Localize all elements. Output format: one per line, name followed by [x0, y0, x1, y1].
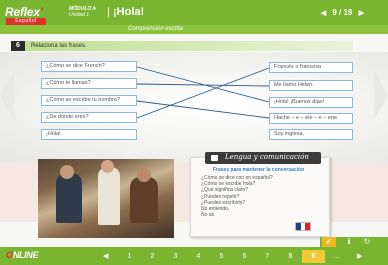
question-item[interactable]: ¿Cómo se escribe tu nombre? — [41, 95, 137, 106]
app: Reflex' Español MÓDULO A Unidad 1 | ¡Hol… — [0, 0, 388, 265]
page-link[interactable]: 3 — [164, 250, 187, 263]
page-link[interactable]: 7 — [256, 250, 279, 263]
page-link[interactable]: 6 — [233, 250, 256, 263]
question-item[interactable]: ¿De dónde eres? — [41, 112, 137, 123]
answer-item[interactable]: Francés o francesa — [269, 62, 353, 73]
toolbar: ✓ ℹ ↻ — [320, 237, 388, 247]
classroom-photo — [38, 159, 174, 238]
info-icon[interactable]: ℹ — [342, 237, 356, 247]
page-link-more[interactable]: ... — [325, 250, 348, 263]
brand-online: ONLINE — [6, 250, 39, 260]
question-item[interactable]: ¿Cómo se dice French? — [41, 61, 137, 72]
page-link-current[interactable]: 9 — [302, 250, 325, 263]
match-line — [136, 67, 270, 119]
answer-item[interactable]: Hache – e – ele – e – ene. — [269, 113, 353, 124]
prev-icon[interactable]: ◀ — [103, 252, 108, 260]
next-icon[interactable]: ▶ — [357, 252, 362, 260]
page-link[interactable]: 5 — [210, 250, 233, 263]
question-item[interactable]: ¿Cómo te llamas? — [41, 78, 137, 89]
panel-title: Lengua y comunicación — [225, 153, 309, 161]
panel-subtitle: Frases para mantener la conversación — [213, 167, 305, 173]
page-link[interactable]: 2 — [141, 250, 164, 263]
page-link[interactable]: 4 — [187, 250, 210, 263]
panel-header: Lengua y comunicación — [205, 152, 321, 164]
page-link[interactable]: 8 — [279, 250, 302, 263]
page-nav: 1 2 3 4 5 6 7 8 9 ... — [118, 250, 348, 263]
answer-item[interactable]: Soy inglesa. — [269, 129, 353, 140]
plug-icon — [211, 155, 218, 161]
check-icon[interactable]: ✓ — [322, 237, 336, 247]
phrase-list: ¿Cómo se dice coo en español? ¿Cómo se e… — [201, 175, 273, 218]
phrase-item: No sé. — [201, 212, 216, 219]
refresh-icon[interactable]: ↻ — [360, 237, 374, 247]
match-line — [136, 100, 270, 119]
page-link[interactable]: 1 — [118, 250, 141, 263]
flag-fr-icon[interactable] — [295, 222, 311, 231]
answer-item[interactable]: ¡Hola! ¡Buenos días! — [269, 97, 353, 108]
question-item[interactable]: ¡Hola! — [41, 129, 137, 140]
answer-item[interactable]: Me llamo Helen. — [269, 80, 353, 91]
